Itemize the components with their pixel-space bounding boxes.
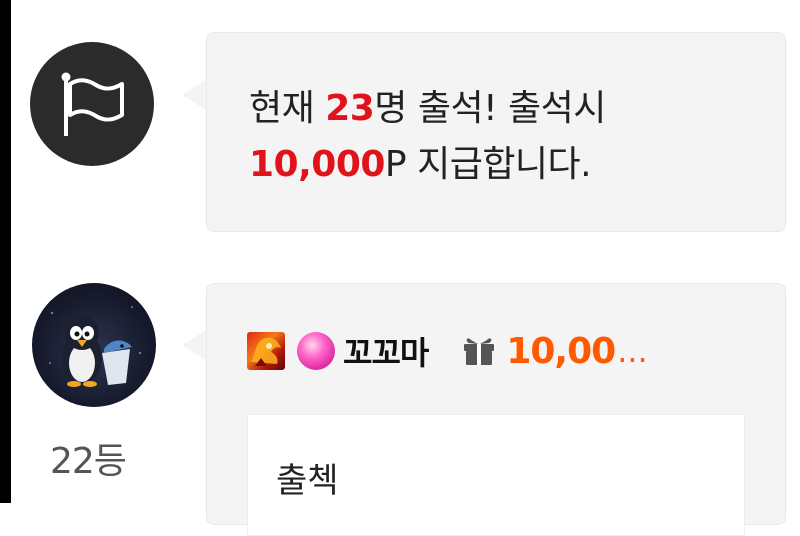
comment-content: 출첵 <box>276 461 339 501</box>
notice-bubble-tail <box>182 80 206 110</box>
penguin-avatar-image <box>49 306 142 387</box>
user-avatar[interactable] <box>32 283 156 407</box>
comment-user-line: 꼬꼬마 10,00... <box>247 329 648 373</box>
comment-content-box: 출첵 <box>247 414 745 536</box>
gift-icon <box>464 338 495 365</box>
user-nickname[interactable]: 꼬꼬마 <box>343 328 429 374</box>
notice-text-middle: 명 출석! 출석시 <box>374 88 606 129</box>
level-badge-icon <box>247 332 285 370</box>
attendee-count: 23 <box>325 88 375 129</box>
left-edge-bar <box>0 0 11 503</box>
comment-bubble: 꼬꼬마 10,00... 출첵 <box>206 283 786 536</box>
rank-label: 22등 <box>50 441 127 482</box>
pink-gem-icon <box>297 332 335 370</box>
gift-amount: 10,00 <box>506 330 616 372</box>
notice-bubble: 현재 23명 출석! 출석시 10,000P 지급합니다. <box>206 32 786 232</box>
notice-text-suffix: P 지급합니다. <box>384 144 592 185</box>
notice-text: 현재 23명 출석! 출석시 10,000P 지급합니다. <box>249 81 606 193</box>
reward-points: 10,000 <box>249 144 385 185</box>
notice-avatar <box>30 42 154 166</box>
comment-bubble-tail <box>182 330 206 360</box>
notice-text-prefix: 현재 <box>249 88 326 129</box>
gift-amount-ellipsis: ... <box>617 332 648 370</box>
flag-icon <box>61 72 124 136</box>
